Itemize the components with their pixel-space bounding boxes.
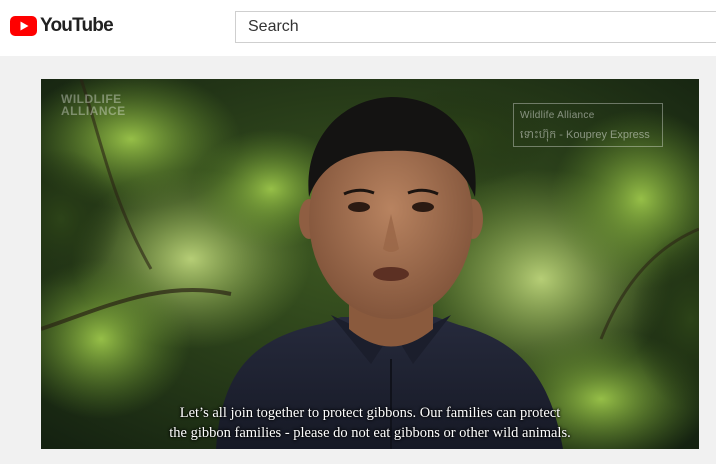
logo-text: YouTube [40,15,114,36]
watermark-left-line2: ALLIANCE [61,104,126,118]
subtitle-line1: Let’s all join together to protect gibbo… [179,405,561,421]
youtube-logo[interactable]: YouTube [10,15,114,37]
wildlife-alliance-watermark: WILDLIFE ALLIANCE [61,93,126,117]
youtube-play-icon [10,16,37,36]
subtitle-line2: the gibbon families - please do not eat … [169,425,571,441]
kouprey-express-watermark: Wildlife Alliance ទោះហ៊ុក - Kouprey Expr… [513,103,663,147]
watermark-right-line2: ទោះហ៊ុក - Kouprey Express [520,129,650,141]
masthead: YouTube [0,0,716,56]
search-input[interactable] [236,12,716,42]
video-player[interactable]: WILDLIFE ALLIANCE Wildlife Alliance ទោះហ… [41,79,699,449]
search-box[interactable] [235,11,716,43]
watermark-right-line1: Wildlife Alliance [520,110,595,121]
video-subtitles: Let’s all join together to protect gibbo… [41,403,699,443]
